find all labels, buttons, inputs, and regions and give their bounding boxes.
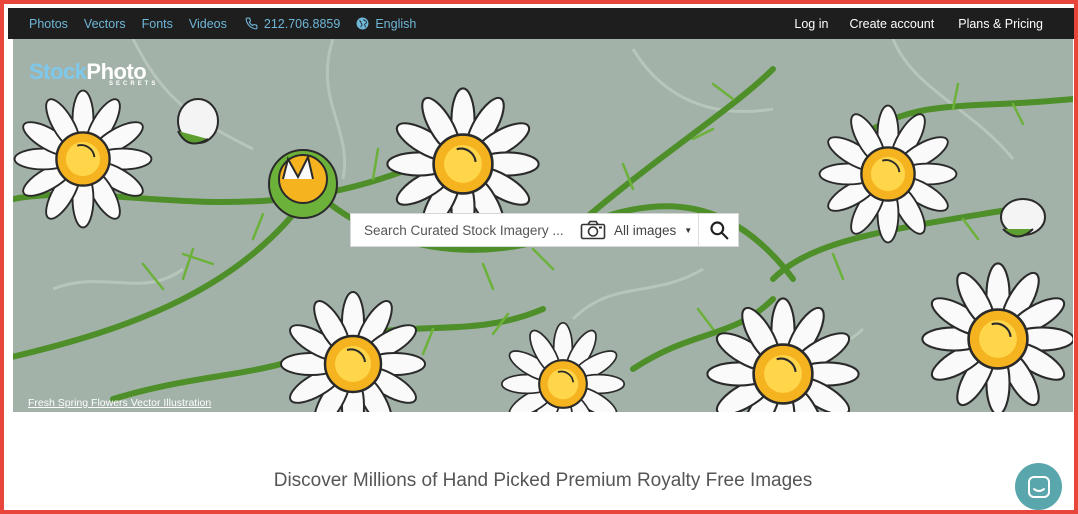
phone-icon (245, 17, 258, 30)
hero-image-credit-link[interactable]: Fresh Spring Flowers Vector Illustration (28, 397, 211, 409)
nav-right: Log in Create account Plans & Pricing (773, 17, 1074, 31)
chat-widget-button[interactable] (1015, 463, 1062, 510)
language-label: English (375, 16, 417, 31)
image-type-label: All images (614, 222, 677, 238)
language-selector[interactable]: English (356, 17, 416, 31)
search-submit-button[interactable] (698, 214, 738, 246)
globe-icon (356, 17, 369, 30)
phone-number: 212.706.8859 (263, 16, 341, 31)
main-tagline: Discover Millions of Hand Picked Premium… (273, 470, 813, 491)
nav-fonts-link[interactable]: Fonts (142, 17, 173, 31)
logo-stock-text: Stock (29, 59, 87, 84)
logo-secrets-text: SECRETS (109, 81, 159, 87)
caret-down-icon: ▼ (684, 225, 693, 235)
nav-photos-link[interactable]: Photos (29, 17, 68, 31)
top-nav: Photos Vectors Fonts Videos 212.706.8859… (8, 8, 1074, 39)
phone-contact[interactable]: 212.706.8859 (245, 17, 340, 31)
camera-icon[interactable] (580, 220, 606, 240)
site-logo[interactable]: StockPhoto SECRETS (29, 59, 158, 87)
nav-left: Photos Vectors Fonts Videos 212.706.8859… (8, 17, 416, 31)
plans-pricing-link[interactable]: Plans & Pricing (958, 17, 1043, 31)
search-input[interactable] (351, 214, 576, 246)
search-bar: All images ▼ (350, 213, 739, 247)
image-type-dropdown[interactable]: All images ▼ (614, 223, 692, 238)
nav-vectors-link[interactable]: Vectors (84, 17, 126, 31)
nav-videos-link[interactable]: Videos (189, 17, 227, 31)
chat-icon (1027, 475, 1050, 498)
create-account-link[interactable]: Create account (849, 17, 934, 31)
login-link[interactable]: Log in (794, 17, 828, 31)
page-frame: Photos Vectors Fonts Videos 212.706.8859… (0, 0, 1078, 514)
search-icon (709, 221, 728, 240)
hero-banner: StockPhoto SECRETS All images ▼ (13, 39, 1073, 412)
